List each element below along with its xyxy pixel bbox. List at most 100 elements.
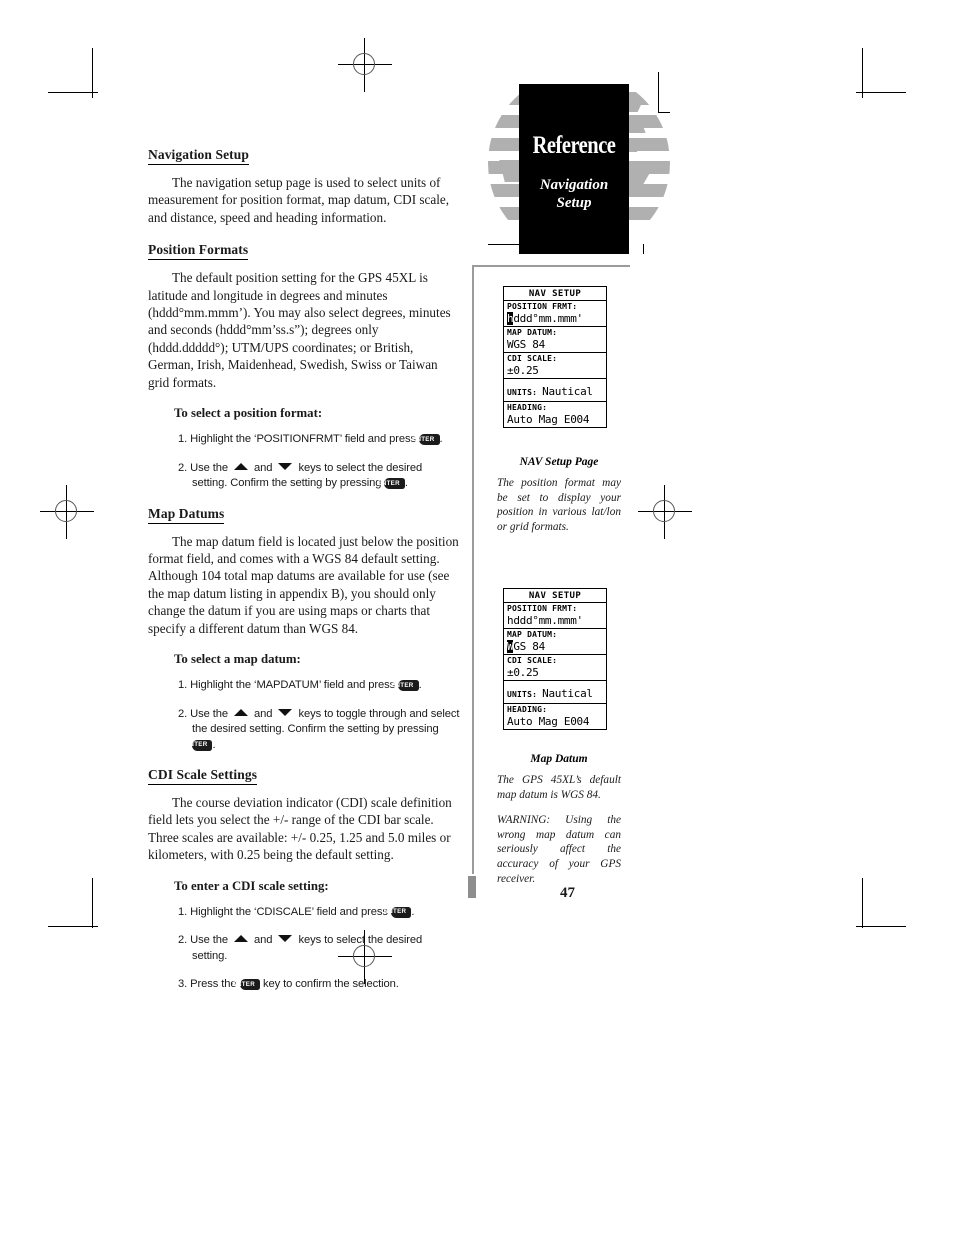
header-rule-top-vertical bbox=[658, 72, 659, 112]
step-item: 2. Use the and keys to select the desire… bbox=[148, 461, 460, 492]
procedure-title-position-format: To select a position format: bbox=[174, 406, 323, 421]
column-divider-top-rule bbox=[472, 265, 630, 267]
lcd-label: POSITION FRMT: bbox=[507, 302, 578, 311]
globe-graphic: Reference Navigation Setup bbox=[488, 72, 670, 254]
lcd-row-position-format: POSITION FRMT: hddd°mm.mmm' bbox=[504, 603, 606, 629]
enter-key-icon: ENTER bbox=[412, 434, 440, 446]
arrow-down-icon bbox=[278, 935, 293, 943]
enter-key-icon: ENTER bbox=[377, 478, 405, 490]
header-rule-top-horizontal bbox=[658, 112, 670, 113]
crop-mark-top-right-v bbox=[862, 48, 863, 98]
step-number: 1. bbox=[178, 905, 188, 918]
lcd-label: CDI SCALE: bbox=[507, 656, 558, 665]
step-item: 1. Highlight the ‘MAPDATUM’ field and pr… bbox=[148, 678, 460, 694]
step-text-end: . bbox=[439, 433, 443, 446]
lcd-row-units: UNITS: Nautical bbox=[504, 681, 606, 704]
step-item: 1. Highlight the ‘CDISCALE’ field and pr… bbox=[148, 905, 460, 921]
heading-position-formats: Position Formats bbox=[148, 242, 249, 261]
crop-mark-top-left-h bbox=[48, 92, 98, 93]
arrow-up-icon bbox=[234, 708, 249, 716]
lcd-label: HEADING: bbox=[507, 705, 548, 714]
paragraph-position-formats: The default position setting for the GPS… bbox=[148, 270, 451, 390]
lcd-label: MAP DATUM: bbox=[507, 630, 558, 639]
step-item: 1. Highlight the ‘POSITIONFRMT’ field an… bbox=[148, 432, 460, 448]
step-number: 1. bbox=[178, 433, 188, 446]
gps-screen-nav-setup-position: NAV SETUP POSITION FRMT: hddd°mm.mmm' MA… bbox=[503, 286, 607, 428]
procedure-title-cdi-scale: To enter a CDI scale setting: bbox=[174, 878, 329, 893]
figure1-caption-body: The position format may be set to displa… bbox=[497, 477, 621, 533]
step-number: 3. bbox=[178, 978, 188, 991]
step-text-end: . bbox=[404, 477, 408, 490]
lcd-row-heading: HEADING: Auto Mag E004 bbox=[504, 704, 606, 729]
lcd-row-position-format: POSITION FRMT: hddd°mm.mmm' bbox=[504, 301, 606, 327]
figure2-caption-block: Map Datum The GPS 45XL’s default map dat… bbox=[497, 753, 621, 897]
arrow-up-icon bbox=[234, 935, 249, 943]
main-text-column: Navigation Setup The navigation setup pa… bbox=[148, 146, 460, 1006]
gps-screen-nav-setup-map-datum: NAV SETUP POSITION FRMT: hddd°mm.mmm' MA… bbox=[503, 588, 607, 730]
crop-mark-bottom-left-h bbox=[48, 926, 98, 927]
registration-mark-left bbox=[40, 485, 94, 539]
page-header-banner: Reference Navigation Setup bbox=[470, 52, 685, 267]
crop-mark-top-left-v bbox=[92, 48, 93, 98]
step-text-end: . bbox=[411, 905, 415, 918]
lcd-label: UNITS: Nautical bbox=[507, 687, 593, 700]
lcd-title: NAV SETUP bbox=[504, 287, 606, 301]
section-position-formats: Position Formats The default position se… bbox=[148, 241, 460, 491]
lcd-units-label: UNITS: bbox=[507, 388, 538, 397]
header-title-block: Reference Navigation Setup bbox=[519, 84, 629, 254]
lcd-row-cdi-scale: CDI SCALE: ±0.25 bbox=[504, 655, 606, 681]
lcd-value: hddd°mm.mmm' bbox=[507, 614, 583, 627]
lcd-value: Auto Mag E004 bbox=[507, 715, 590, 728]
enter-key-icon: ENTER bbox=[233, 979, 261, 991]
step-number: 2. bbox=[178, 934, 188, 947]
lcd-label: CDI SCALE: bbox=[507, 354, 558, 363]
step-number: 2. bbox=[178, 707, 188, 720]
step-text: Press the bbox=[190, 978, 237, 991]
heading-cdi-scale-settings: CDI Scale Settings bbox=[148, 767, 258, 785]
step-text: Use the bbox=[190, 461, 229, 474]
crop-mark-bottom-right-v bbox=[862, 878, 863, 928]
lcd-value: ±0.25 bbox=[507, 364, 539, 377]
lcd-highlight-cursor: h bbox=[507, 312, 514, 325]
step-item: 2. Use the and keys to select the desire… bbox=[148, 933, 460, 964]
lcd-value: ±0.25 bbox=[507, 666, 539, 679]
procedure-title-map-datum: To select a map datum: bbox=[174, 652, 301, 666]
step-text: Highlight the ‘MAPDATUM’ field and press bbox=[190, 679, 396, 691]
figure1-caption-title: NAV Setup Page bbox=[519, 456, 599, 468]
figure2-caption-warning: WARNING: Using the wrong map datum can s… bbox=[497, 814, 621, 885]
step-text-end: . bbox=[418, 679, 422, 691]
step-text: Highlight the ‘POSITIONFRMT’ field and p… bbox=[190, 433, 417, 446]
step-text: Highlight the ‘CDISCALE’ field and press bbox=[190, 905, 388, 918]
enter-key-icon: ENTER bbox=[384, 906, 412, 918]
lcd-row-units: UNITS: Nautical bbox=[504, 379, 606, 402]
lcd-units-value: Nautical bbox=[542, 385, 593, 398]
lcd-value: WGS 84 bbox=[507, 338, 545, 351]
lcd-row-map-datum: MAP DATUM: WGS 84 bbox=[504, 629, 606, 655]
arrow-down-icon bbox=[278, 462, 293, 470]
section-title-line2: Setup bbox=[556, 195, 592, 211]
reference-title: Reference bbox=[532, 132, 616, 159]
lcd-row-cdi-scale: CDI SCALE: ±0.25 bbox=[504, 353, 606, 379]
page-number: 47 bbox=[560, 885, 575, 901]
lcd-value: Auto Mag E004 bbox=[507, 413, 590, 426]
lcd-value: hddd°mm.mmm' bbox=[507, 312, 583, 325]
step-text-mid: and bbox=[254, 707, 273, 720]
figure2-caption-title: Map Datum bbox=[530, 753, 588, 765]
step-item: 3. Press the ENTER key to confirm the se… bbox=[148, 977, 460, 993]
step-text-mid: and bbox=[254, 461, 273, 474]
steps-map-datum: 1. Highlight the ‘MAPDATUM’ field and pr… bbox=[148, 678, 460, 753]
paragraph-map-datums: The map datum field is located just belo… bbox=[148, 533, 459, 636]
arrow-up-icon bbox=[234, 462, 249, 470]
crop-mark-top-right-h bbox=[856, 92, 906, 93]
lcd-units-label: UNITS: bbox=[507, 690, 538, 699]
section-cdi-scale-settings: CDI Scale Settings The course deviation … bbox=[148, 766, 460, 993]
registration-mark-right bbox=[638, 485, 692, 539]
lcd-row-heading: HEADING: Auto Mag E004 bbox=[504, 402, 606, 427]
section-title: Navigation Setup bbox=[519, 176, 629, 212]
crop-mark-bottom-left-v bbox=[92, 878, 93, 928]
paragraph-navigation-setup: The navigation setup page is used to sel… bbox=[148, 175, 450, 225]
crop-mark-bottom-right-h bbox=[856, 926, 906, 927]
figure1-caption-block: NAV Setup Page The position format may b… bbox=[497, 456, 621, 545]
lcd-units-value: Nautical bbox=[542, 687, 593, 700]
step-text-mid: and bbox=[254, 934, 273, 947]
